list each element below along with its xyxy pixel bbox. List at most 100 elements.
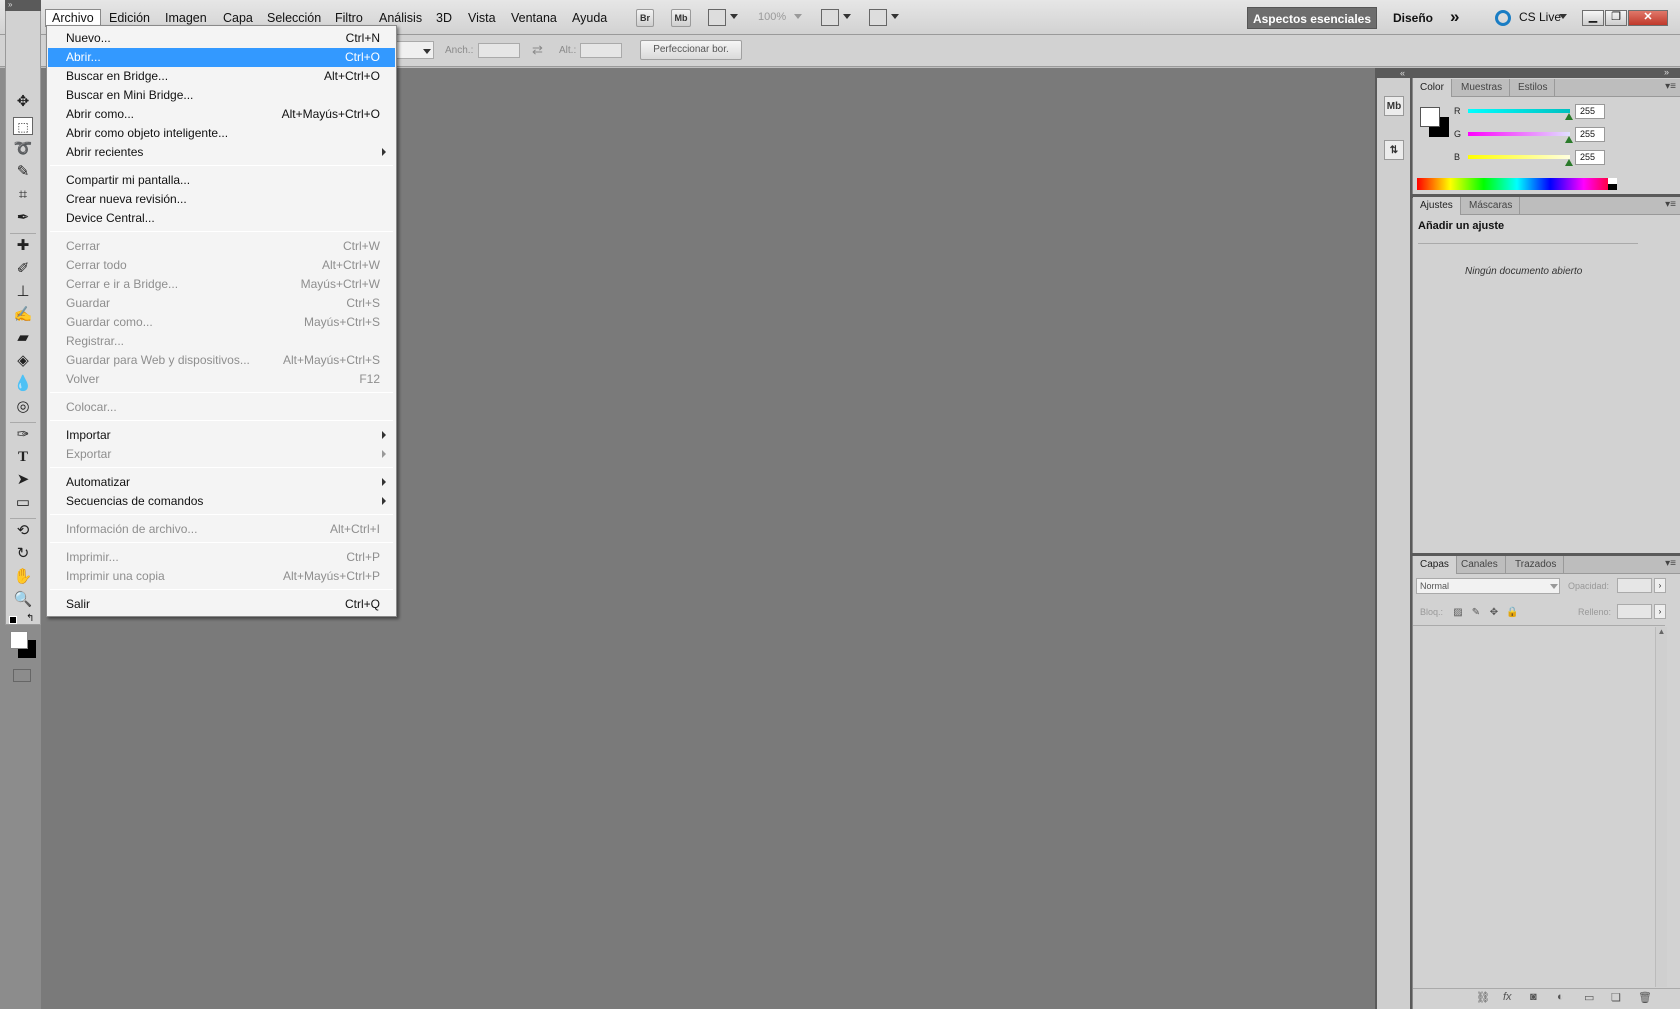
menu-ayuda[interactable]: Ayuda <box>566 9 613 27</box>
channel-b-slider[interactable] <box>1468 155 1570 159</box>
swap-icon[interactable]: ⇄ <box>532 42 543 58</box>
trash-icon[interactable]: 🗑 <box>1638 991 1652 1004</box>
channel-b-value[interactable]: 255 <box>1575 150 1605 165</box>
dodge-tool-icon[interactable]: ◎ <box>13 398 33 416</box>
screen-mode-icon[interactable] <box>869 9 887 26</box>
history-panel-icon[interactable]: ⇅ <box>1384 140 1404 160</box>
channel-r-thumb[interactable] <box>1565 113 1573 120</box>
3d-orbit-tool-icon[interactable]: ↻ <box>13 545 33 563</box>
panel-menu-icon[interactable]: ▾≡ <box>1665 558 1676 569</box>
menu-ventana[interactable]: Ventana <box>505 9 563 27</box>
new-group-icon[interactable]: ▭ <box>1584 991 1594 1004</box>
fx-icon[interactable]: fx <box>1503 991 1512 1003</box>
menu-item-abrir-objeto-inteligente[interactable]: Abrir como objeto inteligente... <box>48 124 395 143</box>
menu-item-imprimir-copia[interactable]: Imprimir una copia Alt+Mayús+Ctrl+P <box>48 567 395 586</box>
panel-menu-icon[interactable]: ▾≡ <box>1665 199 1676 210</box>
menu-item-cerrar-todo[interactable]: Cerrar todo Alt+Ctrl+W <box>48 256 395 275</box>
menu-item-buscar-bridge[interactable]: Buscar en Bridge... Alt+Ctrl+O <box>48 67 395 86</box>
swap-colors-icon[interactable]: ↰ <box>26 613 34 624</box>
menu-item-colocar[interactable]: Colocar... <box>48 398 395 417</box>
chevron-down-icon[interactable] <box>794 14 802 19</box>
clone-stamp-tool-icon[interactable]: ⊥ <box>13 283 33 301</box>
menu-item-secuencias-comandos[interactable]: Secuencias de comandos <box>48 492 395 511</box>
menu-item-nuevo[interactable]: Nuevo... Ctrl+N <box>48 29 395 48</box>
tab-canales[interactable]: Canales <box>1454 556 1506 574</box>
rectangle-tool-icon[interactable]: ▭ <box>13 494 33 512</box>
chevron-down-icon[interactable] <box>423 49 431 54</box>
chevron-right-icon[interactable]: › <box>1654 578 1666 593</box>
menu-item-volver[interactable]: Volver F12 <box>48 370 395 389</box>
new-adjustment-icon[interactable]: ◐ <box>1557 991 1564 1003</box>
menu-item-informacion-archivo[interactable]: Información de archivo... Alt+Ctrl+I <box>48 520 395 539</box>
channel-g-value[interactable]: 255 <box>1575 127 1605 142</box>
layers-scrollbar[interactable]: ▲ <box>1655 627 1667 987</box>
quick-mask-icon[interactable] <box>13 669 31 682</box>
channel-g-slider[interactable] <box>1468 132 1570 136</box>
menu-item-abrir[interactable]: Abrir... Ctrl+O <box>48 48 395 67</box>
refine-edge-button[interactable]: Perfeccionar bor. <box>640 40 742 60</box>
toolbox-collapse-icon[interactable]: » <box>5 0 41 11</box>
extras-icon[interactable] <box>708 9 726 26</box>
menu-item-cerrar-ir-bridge[interactable]: Cerrar e ir a Bridge... Mayús+Ctrl+W <box>48 275 395 294</box>
menu-item-abrir-recientes[interactable]: Abrir recientes <box>48 143 395 162</box>
zoom-tool-icon[interactable]: 🔍 <box>13 591 33 609</box>
tab-capas[interactable]: Capas <box>1413 556 1457 574</box>
menu-item-abrir-como[interactable]: Abrir como... Alt+Mayús+Ctrl+O <box>48 105 395 124</box>
lock-transparency-icon[interactable]: ▨ <box>1452 607 1464 619</box>
blend-mode-select[interactable]: Normal <box>1416 578 1560 594</box>
color-foreground-swatch[interactable] <box>1420 107 1440 127</box>
chevron-right-icon[interactable]: › <box>1654 604 1666 619</box>
spectrum-black-white[interactable] <box>1608 178 1617 190</box>
3d-rotate-tool-icon[interactable]: ⟲ <box>13 522 33 540</box>
workspace-essentials-button[interactable]: Aspectos esenciales <box>1247 7 1377 29</box>
channel-r-value[interactable]: 255 <box>1575 104 1605 119</box>
menu-item-cerrar[interactable]: Cerrar Ctrl+W <box>48 237 395 256</box>
menu-item-imprimir[interactable]: Imprimir... Ctrl+P <box>48 548 395 567</box>
channel-r-slider[interactable] <box>1468 109 1570 113</box>
chevron-down-icon[interactable] <box>843 14 851 19</box>
path-select-tool-icon[interactable]: ➤ <box>13 471 33 489</box>
new-layer-icon[interactable]: ❏ <box>1611 991 1621 1004</box>
healing-brush-tool-icon[interactable]: ✚ <box>13 237 33 255</box>
workspace-design-button[interactable]: Diseño <box>1393 11 1433 25</box>
chevron-down-icon[interactable] <box>891 14 899 19</box>
marquee-tool-icon[interactable]: ⬚ <box>13 117 33 135</box>
expand-icon[interactable]: » <box>1664 67 1669 77</box>
restore-icon[interactable]: ❐ <box>1605 10 1627 26</box>
paint-bucket-tool-icon[interactable]: ◈ <box>13 352 33 370</box>
menu-item-importar[interactable]: Importar <box>48 426 395 445</box>
channel-g-thumb[interactable] <box>1565 136 1573 143</box>
menu-item-automatizar[interactable]: Automatizar <box>48 473 395 492</box>
height-field[interactable] <box>580 43 622 58</box>
collapse-icon[interactable]: « <box>1400 68 1405 78</box>
link-layers-icon[interactable]: ⛓ <box>1476 991 1490 1004</box>
lock-position-icon[interactable]: ✥ <box>1488 607 1500 619</box>
zoom-level[interactable]: 100% <box>758 11 786 23</box>
menu-vista[interactable]: Vista <box>462 9 502 27</box>
chevron-down-icon[interactable] <box>730 14 738 19</box>
minimize-icon[interactable]: ▁ <box>1582 10 1604 26</box>
crop-tool-icon[interactable]: ⌗ <box>13 186 33 204</box>
tab-muestras[interactable]: Muestras <box>1454 79 1511 97</box>
foreground-color[interactable] <box>10 631 28 649</box>
move-tool-icon[interactable]: ✥ <box>13 93 33 111</box>
lock-all-icon[interactable]: 🔒 <box>1506 607 1518 619</box>
channel-b-thumb[interactable] <box>1565 159 1573 166</box>
arrange-documents-icon[interactable] <box>821 9 839 26</box>
mini-bridge-button[interactable]: Mb <box>671 9 691 27</box>
add-mask-icon[interactable]: ◙ <box>1530 991 1537 1003</box>
menu-item-guardar-web[interactable]: Guardar para Web y dispositivos... Alt+Ma… <box>48 351 395 370</box>
brush-tool-icon[interactable]: ✐ <box>13 260 33 278</box>
eraser-tool-icon[interactable]: ▰ <box>13 329 33 347</box>
quick-select-tool-icon[interactable]: ✎ <box>13 163 33 181</box>
fill-field[interactable] <box>1617 604 1652 619</box>
tab-color[interactable]: Color <box>1413 79 1452 97</box>
menu-item-registrar[interactable]: Registrar... <box>48 332 395 351</box>
bridge-button[interactable]: Br <box>636 9 654 27</box>
tab-estilos[interactable]: Estilos <box>1511 79 1556 97</box>
hand-tool-icon[interactable]: ✋ <box>13 568 33 586</box>
cslive-menu[interactable]: CS Live <box>1519 10 1561 24</box>
chevron-down-icon[interactable] <box>1550 584 1558 589</box>
mini-bridge-panel-icon[interactable]: Mb <box>1384 96 1404 116</box>
history-brush-tool-icon[interactable]: ✍ <box>13 306 33 324</box>
